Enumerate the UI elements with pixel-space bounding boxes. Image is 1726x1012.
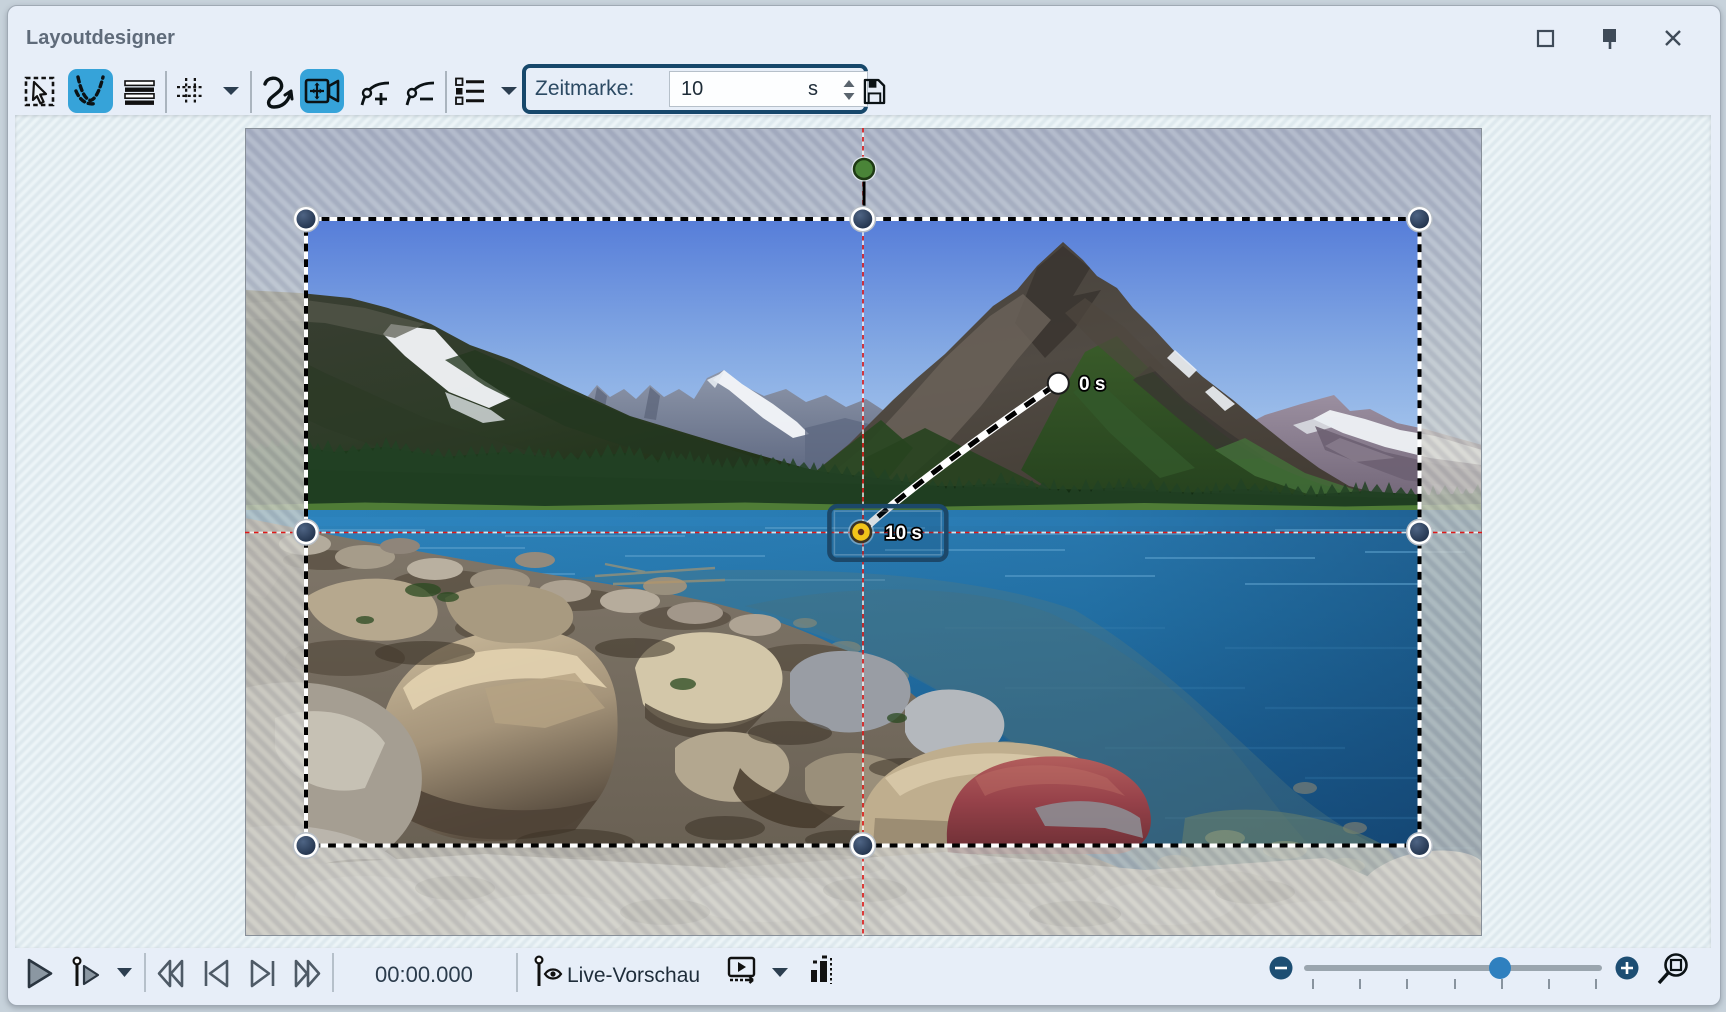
svg-text:0 s: 0 s — [1079, 374, 1105, 395]
svg-text:00:00.000: 00:00.000 — [375, 962, 473, 987]
svg-text:Live-Vorschau: Live-Vorschau — [567, 964, 700, 987]
svg-text:10 s: 10 s — [885, 523, 922, 544]
